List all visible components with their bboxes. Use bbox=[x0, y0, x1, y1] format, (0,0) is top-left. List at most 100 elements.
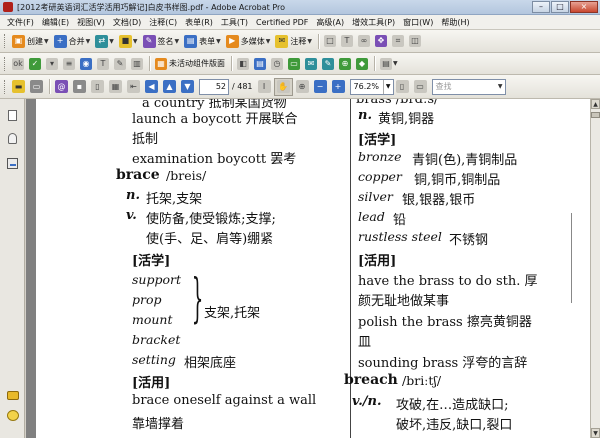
combine-button[interactable]: + 合并 ▼ bbox=[52, 32, 93, 50]
fit-page-button[interactable]: ▯ bbox=[394, 78, 411, 96]
menu-comments[interactable]: 注释(C) bbox=[145, 17, 181, 28]
vertical-scrollbar[interactable]: ▲ ▼ bbox=[590, 99, 600, 438]
zoom-in-button[interactable]: + bbox=[330, 78, 347, 96]
stamp-tool[interactable]: ✉ bbox=[303, 55, 319, 73]
attach-tool[interactable]: ⊕ bbox=[337, 55, 353, 73]
menu-document[interactable]: 文档(D) bbox=[109, 17, 145, 28]
move-tool[interactable]: ✥ bbox=[373, 32, 389, 50]
back-button[interactable]: ◀ bbox=[143, 78, 160, 96]
attach-icon: ⊕ bbox=[339, 57, 351, 70]
barcode-field-tool[interactable]: ▥ bbox=[129, 55, 145, 73]
menu-help[interactable]: 帮助(H) bbox=[437, 17, 473, 28]
distribute-icon: ▤ bbox=[254, 57, 266, 70]
page-number-input[interactable]: 52 bbox=[199, 78, 229, 95]
multimedia-button[interactable]: ▶ 多媒体 ▼ bbox=[224, 32, 273, 50]
menu-tools[interactable]: 工具(T) bbox=[217, 17, 252, 28]
open-button[interactable]: ▬ bbox=[10, 78, 27, 96]
scrollbar-thumb[interactable] bbox=[591, 112, 600, 118]
brass-phrase-2: polish the brass 擦亮黄铜器 bbox=[358, 315, 532, 330]
find-input[interactable]: 查找 ▼ bbox=[431, 78, 506, 95]
maximize-button[interactable]: □ bbox=[551, 0, 569, 13]
first-page-button[interactable]: ⇤ bbox=[125, 78, 142, 96]
track-tool[interactable]: ◷ bbox=[269, 55, 285, 73]
page-options-button[interactable]: ▤ ▼ bbox=[378, 55, 400, 73]
properties-button[interactable]: ▯ bbox=[89, 78, 106, 96]
comment-button[interactable]: ✉ 注释 ▼ bbox=[273, 32, 314, 50]
zoom-select[interactable]: 76.2% ▼ bbox=[349, 78, 394, 95]
toolbar-grip[interactable] bbox=[4, 34, 7, 48]
secure-button[interactable]: ■ ▼ bbox=[117, 32, 140, 50]
radio-field-tool[interactable]: ◉ bbox=[78, 55, 94, 73]
edit-object-tool[interactable]: □ bbox=[322, 32, 338, 50]
previous-page-button[interactable]: ▲ bbox=[161, 78, 178, 96]
next-page-button[interactable]: ▼ bbox=[179, 78, 196, 96]
listbox-field-tool[interactable]: ≡ bbox=[61, 55, 77, 73]
menu-view[interactable]: 视图(V) bbox=[73, 17, 109, 28]
menu-plugins[interactable]: 增效工具(P) bbox=[348, 17, 399, 28]
highlight-tool[interactable]: ✎ bbox=[320, 55, 336, 73]
close-button[interactable]: × bbox=[570, 0, 598, 13]
save-button[interactable]: ▪ bbox=[71, 78, 88, 96]
pages-panel-button[interactable] bbox=[6, 109, 19, 122]
menu-file[interactable]: 文件(F) bbox=[3, 17, 38, 28]
layers-tool[interactable]: ◆ bbox=[354, 55, 370, 73]
pdf-page: a country 抵制某国货物 launch a boycott 开展联合 抵… bbox=[36, 99, 590, 438]
button-field-tool[interactable]: ok bbox=[10, 55, 26, 73]
text-touchup-tool[interactable]: T bbox=[339, 32, 355, 50]
scroll-up-arrow-icon[interactable]: ▲ bbox=[591, 99, 600, 109]
layout-grid-button[interactable]: ▦ 未活动组件版面 bbox=[153, 55, 227, 73]
barcode-icon: ▥ bbox=[131, 57, 143, 70]
thumbnail-button[interactable]: ▦ bbox=[107, 78, 124, 96]
comments-panel-button[interactable] bbox=[6, 389, 19, 402]
document-viewport[interactable]: a country 抵制某国货物 launch a boycott 开展联合 抵… bbox=[26, 99, 590, 438]
save-icon: ▪ bbox=[73, 80, 86, 93]
signature-field-tool[interactable]: ✎ bbox=[112, 55, 128, 73]
snapshot-tool[interactable]: ◫ bbox=[407, 32, 423, 50]
page-options-icon: ▤ bbox=[380, 57, 392, 70]
link-tool[interactable]: ∞ bbox=[356, 32, 372, 50]
boycott-phrase-1: launch a boycott 开展联合 bbox=[132, 112, 298, 127]
distribute-tool[interactable]: ▤ bbox=[252, 55, 268, 73]
menu-certified-pdf[interactable]: Certified PDF bbox=[252, 18, 312, 27]
menu-advanced[interactable]: 高级(A) bbox=[312, 17, 348, 28]
minimize-button[interactable]: – bbox=[532, 0, 550, 13]
hand-tool[interactable]: ✋ bbox=[273, 77, 293, 96]
toolbar-grip[interactable] bbox=[4, 79, 7, 94]
preview-tool[interactable]: ◧ bbox=[235, 55, 251, 73]
navigation-toolbar: ▬ ▭ @ ▪ ▯ ▦ ⇤ ◀ ▲ ▼ 52 / 481 I ✋ ⊕ − + 7… bbox=[0, 75, 600, 99]
menu-edit[interactable]: 编辑(E) bbox=[38, 17, 73, 28]
select-text-tool[interactable]: I bbox=[256, 78, 273, 96]
fit-width-button[interactable]: ▭ bbox=[412, 78, 429, 96]
menu-forms[interactable]: 表单(R) bbox=[181, 17, 217, 28]
collaborate-button[interactable]: ⇄ ▼ bbox=[93, 32, 116, 50]
text-field-tool[interactable]: T bbox=[95, 55, 111, 73]
sign-button[interactable]: ✎ 签名 ▼ bbox=[141, 32, 182, 50]
zoom-out-button[interactable]: − bbox=[312, 78, 329, 96]
layout-grid-icon: ▦ bbox=[155, 57, 167, 70]
scroll-down-arrow-icon[interactable]: ▼ bbox=[591, 428, 600, 438]
page-total: / 481 bbox=[232, 82, 253, 91]
menu-window[interactable]: 窗口(W) bbox=[399, 17, 437, 28]
crop-tool[interactable]: ⌗ bbox=[390, 32, 406, 50]
brass-noun-sense: 黄铜,铜器 bbox=[378, 112, 435, 127]
sticky-note-tool[interactable]: ▭ bbox=[286, 55, 302, 73]
marquee-zoom-tool[interactable]: ⊕ bbox=[294, 78, 311, 96]
list-box-icon: ≡ bbox=[63, 57, 75, 70]
title-bar: [2012考研英语词汇活学活用巧解记]白皮书样图.pdf - Adobe Acr… bbox=[0, 0, 600, 15]
print-button[interactable]: ▭ bbox=[28, 78, 45, 96]
pen-sign-icon: ✎ bbox=[142, 34, 156, 48]
brace-verb-sense-2: 使(手、足、肩等)绷紧 bbox=[146, 232, 274, 247]
checkbox-field-tool[interactable]: ✓ bbox=[27, 55, 43, 73]
forms-button[interactable]: ▤ 表单 ▼ bbox=[182, 32, 223, 50]
signature-icon bbox=[7, 158, 18, 169]
combo-field-tool[interactable]: ▾ bbox=[44, 55, 60, 73]
attachments-panel-button[interactable] bbox=[6, 132, 19, 145]
email-button[interactable]: @ bbox=[53, 78, 70, 96]
hand-icon: ✋ bbox=[276, 80, 290, 93]
signatures-panel-button[interactable] bbox=[6, 157, 19, 170]
toolbar-grip[interactable] bbox=[4, 56, 7, 71]
toolbar-separator bbox=[318, 33, 319, 49]
chat-panel-button[interactable] bbox=[6, 409, 19, 422]
create-button[interactable]: ▣ 创建 ▼ bbox=[10, 32, 51, 50]
zoom-out-icon: − bbox=[313, 80, 327, 93]
